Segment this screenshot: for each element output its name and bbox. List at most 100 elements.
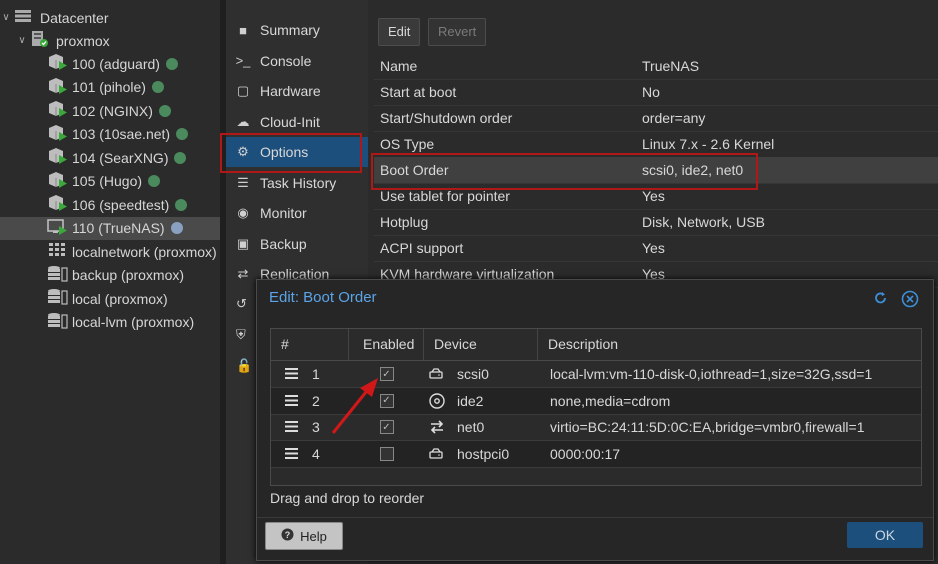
tree-item-label: 104 (SearXNG) xyxy=(72,149,169,166)
storage-database-icon xyxy=(46,312,68,333)
nav-item-console[interactable]: >_ Console xyxy=(226,46,368,76)
vm-running-icon xyxy=(46,147,68,168)
grid-header: # Enabled Device Description xyxy=(271,329,921,361)
nav-item-monitor[interactable]: ◉ Monitor xyxy=(226,198,368,228)
tree-item[interactable]: 101 (pihole) xyxy=(0,76,220,99)
device-description: virtio=BC:24:11:5D:0C:EA,bridge=vmbr0,fi… xyxy=(550,419,865,435)
drag-handle-icon[interactable] xyxy=(285,446,299,462)
option-value: Yes xyxy=(642,240,665,256)
boot-order-number: 4 xyxy=(312,445,320,462)
floppy-icon: ▣ xyxy=(236,235,250,251)
history-icon: ↺ xyxy=(236,296,247,311)
revert-button[interactable]: Revert xyxy=(428,18,487,46)
option-value: TrueNAS xyxy=(642,58,700,74)
option-row[interactable]: Start at boot No xyxy=(374,79,938,106)
eye-icon: ◉ xyxy=(237,205,249,220)
option-row[interactable]: Name TrueNAS xyxy=(374,53,938,80)
tree-item-label: 100 (adguard) xyxy=(72,55,160,72)
col-header-number[interactable]: # xyxy=(271,329,349,360)
book-icon: ■ xyxy=(239,22,247,38)
ok-button[interactable]: OK xyxy=(847,522,923,548)
device-description: local-lvm:vm-110-disk-0,iothread=1,size=… xyxy=(550,366,873,382)
tree-item-label: 110 (TrueNAS) xyxy=(72,220,165,236)
options-toolbar: Edit Revert xyxy=(369,14,938,50)
lock-icon: 🔓 xyxy=(236,358,253,373)
nav-item-label: Console xyxy=(260,52,312,69)
tree-item[interactable]: 100 (adguard) xyxy=(0,52,220,75)
col-header-device[interactable]: Device xyxy=(424,329,538,360)
drag-handle-icon[interactable] xyxy=(285,419,299,435)
edit-button[interactable]: Edit xyxy=(378,18,421,46)
tree-item[interactable]: 106 (speedtest) xyxy=(0,193,220,216)
retweet-icon: ⇄ xyxy=(237,266,249,281)
vm-running-icon xyxy=(46,77,68,98)
nav-item-label: Hardware xyxy=(260,83,321,99)
enabled-checkbox[interactable] xyxy=(379,446,394,461)
storage-database-icon xyxy=(46,265,68,286)
storage-database-icon xyxy=(46,288,68,309)
annotation-arrow-icon xyxy=(331,378,378,434)
tree-datacenter[interactable]: ∨ Datacenter xyxy=(0,6,220,29)
option-key: Hotplug xyxy=(380,214,429,230)
datacenter-label: Datacenter xyxy=(40,9,109,26)
options-highlight-box xyxy=(220,133,362,173)
col-header-enabled[interactable]: Enabled xyxy=(349,329,424,360)
option-key: Use tablet for pointer xyxy=(380,188,510,204)
chevron-down-icon[interactable]: ∨ xyxy=(16,35,28,46)
tree-item-label: 105 (Hugo) xyxy=(72,173,143,189)
tree-item[interactable]: local (proxmox) xyxy=(0,287,220,310)
nav-item-cloud-init[interactable]: ☁ Cloud-Init xyxy=(226,107,368,137)
nav-item-backup[interactable]: ▣ Backup xyxy=(226,229,368,259)
list-icon: ☰ xyxy=(237,174,249,190)
status-dot xyxy=(148,175,161,187)
tree-item-label: 101 (pihole) xyxy=(72,79,146,95)
nav-item-label: Monitor xyxy=(260,205,307,221)
drag-handle-icon[interactable] xyxy=(285,366,299,382)
option-value: Yes xyxy=(642,188,665,204)
tree-item[interactable]: local-lvm (proxmox) xyxy=(0,311,220,334)
tree-item[interactable]: backup (proxmox) xyxy=(0,264,220,287)
tree-item[interactable]: localnetwork (proxmox) xyxy=(0,240,220,263)
device-name: hostpci0 xyxy=(457,445,510,462)
tree-item[interactable]: 103 (10sae.net) xyxy=(0,123,220,146)
drag-handle-icon[interactable] xyxy=(285,393,299,409)
shield-icon: ⛨ xyxy=(236,327,246,342)
col-header-description[interactable]: Description xyxy=(538,329,921,360)
nav-item-hardware[interactable]: ▢ Hardware xyxy=(226,76,368,106)
option-key: Start at boot xyxy=(380,84,457,100)
exchange-icon xyxy=(429,420,449,434)
option-row[interactable]: Start/Shutdown order order=any xyxy=(374,105,938,132)
chevron-down-icon[interactable]: ∨ xyxy=(0,12,12,23)
node-label: proxmox xyxy=(56,32,110,49)
option-value: Linux 7.x - 2.6 Kernel xyxy=(642,136,775,152)
hdd-icon xyxy=(429,368,449,380)
vm-running-icon xyxy=(46,171,68,192)
monitor-icon: ▢ xyxy=(236,83,250,98)
tree-item-label: local-lvm (proxmox) xyxy=(72,314,195,330)
status-dot xyxy=(174,151,187,164)
tree-item[interactable]: 102 (NGINX) xyxy=(0,99,220,122)
tree-item[interactable]: 105 (Hugo) xyxy=(0,170,220,193)
question-circle-icon: ? xyxy=(281,528,294,544)
option-row[interactable]: Hotplug Disk, Network, USB xyxy=(374,209,938,236)
option-value: Disk, Network, USB xyxy=(642,214,765,230)
server-rack-icon xyxy=(14,9,32,26)
dialog-footer: ? Help OK xyxy=(257,517,933,560)
svg-text:?: ? xyxy=(285,530,291,540)
reset-icon[interactable] xyxy=(873,290,889,311)
option-key: ACPI support xyxy=(380,240,464,256)
help-button[interactable]: ? Help xyxy=(265,522,343,550)
device-name: net0 xyxy=(457,419,485,435)
vm-running-icon xyxy=(46,100,68,121)
device-description: 0000:00:17 xyxy=(550,445,621,462)
boot-order-number: 1 xyxy=(312,366,320,382)
cdrom-icon xyxy=(429,392,449,409)
tree-item[interactable]: 104 (SearXNG) xyxy=(0,146,220,169)
option-row[interactable]: ACPI support Yes xyxy=(374,235,938,262)
nav-item-summary[interactable]: ■ Summary xyxy=(226,15,368,45)
boot-order-row[interactable]: 4 hostpci0 0000:00:17 xyxy=(271,440,921,468)
tree-item[interactable]: 110 (TrueNAS) xyxy=(0,216,220,240)
node-server-icon xyxy=(30,30,48,51)
tree-node-proxmox[interactable]: ∨ proxmox xyxy=(0,29,220,52)
close-icon[interactable] xyxy=(901,290,919,311)
